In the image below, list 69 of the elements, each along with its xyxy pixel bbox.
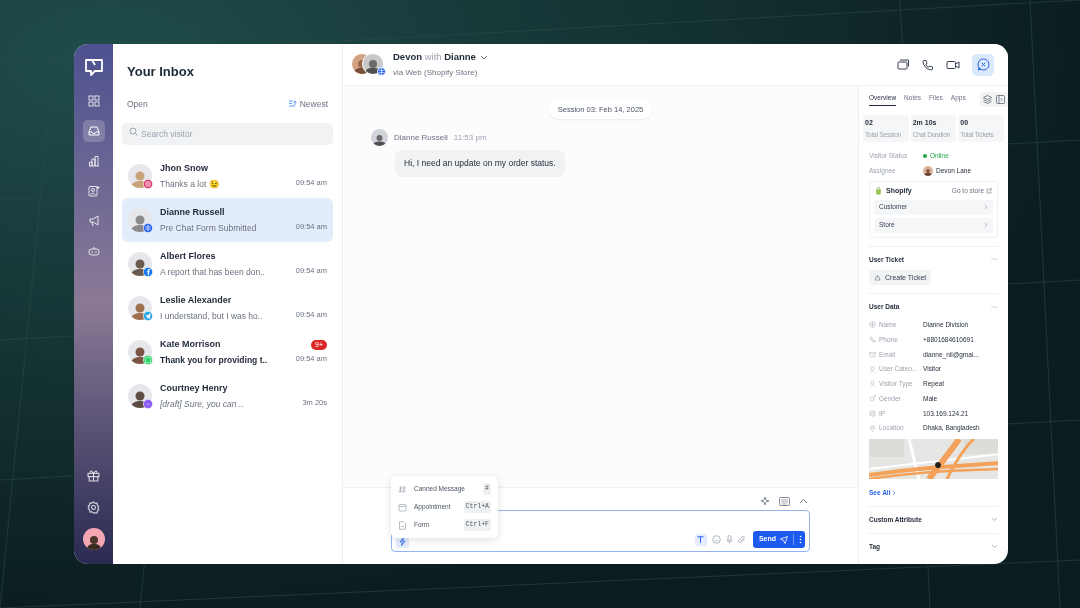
- layers-icon[interactable]: [983, 95, 992, 104]
- contact-name: Kate Morrison: [160, 337, 222, 351]
- paper-plane-icon: [143, 311, 153, 322]
- status-filter[interactable]: Open: [127, 97, 148, 111]
- message-preview: A report that has been don..: [160, 266, 266, 279]
- chevron-right-icon: [984, 204, 988, 210]
- hash-icon: [398, 484, 407, 494]
- globe-icon: [143, 223, 153, 234]
- video-camera-icon[interactable]: [946, 59, 960, 70]
- field-icon: [869, 395, 876, 403]
- message-preview: Thanks a lot 😉: [160, 178, 221, 191]
- more-options-icon[interactable]: [799, 535, 802, 544]
- sparkle-icon[interactable]: [760, 496, 770, 506]
- contact-name: Albert Flores: [160, 249, 217, 263]
- windows-icon[interactable]: [897, 59, 910, 70]
- chevron-down-icon[interactable]: [991, 543, 998, 549]
- instagram-icon: [143, 179, 153, 190]
- shopping-bag-icon: [875, 187, 882, 196]
- paperclip-icon[interactable]: [737, 535, 746, 544]
- facebook-icon: [143, 267, 153, 278]
- chevron-down-icon[interactable]: [991, 517, 998, 523]
- contact-name: Dianne Russell: [160, 205, 226, 219]
- text-format-button[interactable]: [694, 533, 707, 546]
- send-icon: [780, 535, 788, 544]
- chevron-right-icon: [984, 222, 988, 228]
- sidebar-toggle-icon[interactable]: [996, 95, 1005, 104]
- chevron-down-icon[interactable]: [479, 55, 488, 60]
- close-chat-button[interactable]: [972, 53, 994, 76]
- chevron-up-icon[interactable]: [799, 498, 808, 504]
- sort-button[interactable]: Newest: [288, 97, 328, 111]
- contact-name: Jhon Snow: [160, 161, 209, 175]
- phone-bubble-icon: [143, 355, 153, 366]
- user-avatar[interactable]: [82, 528, 105, 550]
- sender-avatar: [371, 129, 388, 147]
- field-icon: [869, 380, 876, 388]
- external-link-icon: [986, 188, 992, 195]
- channel-subtitle: via Web (Shopify Store): [393, 66, 479, 79]
- keyboard-icon[interactable]: [779, 496, 790, 506]
- sort-icon: [288, 100, 297, 108]
- calendar-icon: [398, 502, 407, 512]
- field-icon: [869, 424, 876, 432]
- message-preview: Thank you for providing t..: [160, 354, 269, 367]
- assignee-avatar: [923, 166, 933, 176]
- document-icon: [398, 520, 407, 530]
- field-icon: [869, 409, 876, 417]
- sender-name: Dianne Russell: [394, 131, 448, 144]
- globe-icon: [377, 66, 386, 76]
- inbox-title: Your Inbox: [127, 63, 195, 81]
- lightning-bubble-icon: [143, 399, 153, 410]
- contact-name: Leslie Alexander: [160, 293, 233, 307]
- field-icon: [869, 336, 876, 344]
- logo-icon: [82, 58, 105, 78]
- search-field[interactable]: Search visitor: [122, 123, 333, 146]
- contact-name: Courtney Henry: [160, 381, 229, 395]
- phone-icon[interactable]: [922, 58, 934, 71]
- close-icon: [976, 58, 990, 71]
- inbox-icon[interactable]: [82, 120, 105, 142]
- message-preview: [draft] Sure, you can ..: [160, 398, 245, 411]
- conversation-title: Devon with Dianne: [393, 50, 476, 65]
- message-preview: Pre Chat Form Submitted: [160, 222, 258, 235]
- field-icon: [869, 321, 876, 329]
- field-icon: [869, 365, 876, 373]
- message-bubble: Hi, I need an update on my order status.: [395, 150, 565, 177]
- message-time: 11:53 pm: [453, 131, 487, 144]
- ticket-icon: [874, 274, 881, 282]
- field-icon: [869, 350, 876, 358]
- message-preview: I understand, but I was ho..: [160, 310, 264, 323]
- chevron-right-icon: [892, 489, 897, 496]
- search-icon: [129, 126, 138, 136]
